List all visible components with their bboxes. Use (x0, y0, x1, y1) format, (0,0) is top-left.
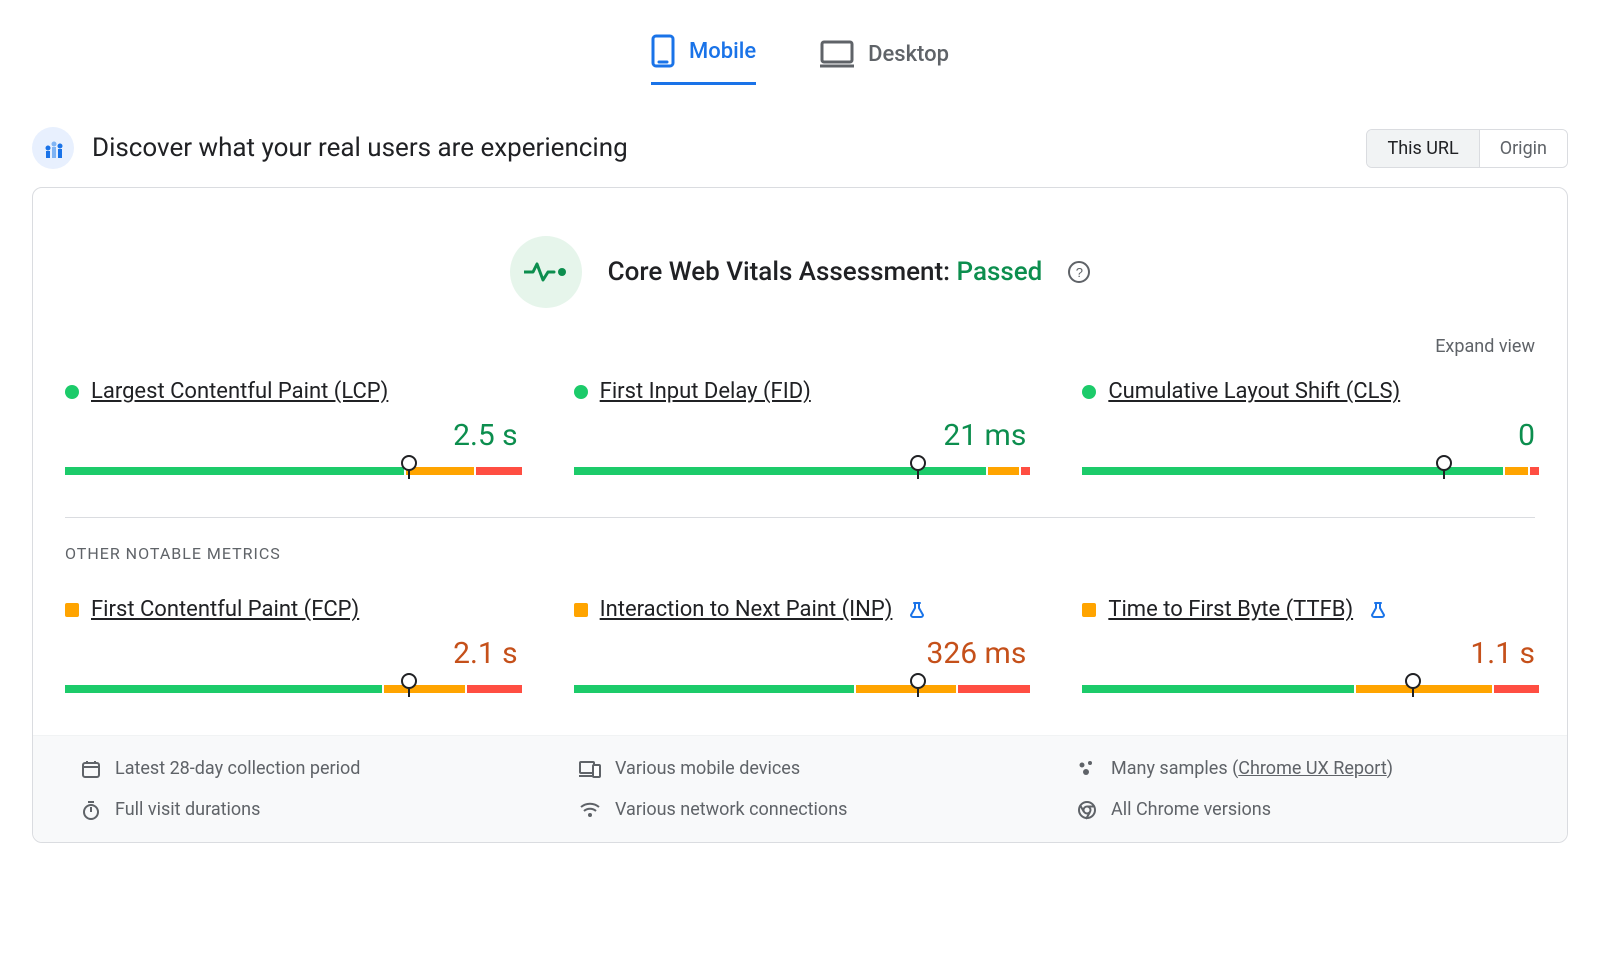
status-dot-icon (65, 385, 79, 399)
metric-ttfb-value: 1.1 s (1082, 636, 1535, 671)
mobile-icon (651, 34, 675, 68)
marker-icon (401, 455, 417, 471)
status-square-icon (1082, 603, 1096, 617)
metric-fid-value: 21 ms (574, 418, 1027, 453)
crux-report-link[interactable]: Chrome UX Report (1238, 758, 1386, 779)
metric-fid-bar (574, 451, 1027, 479)
info-devices: Various mobile devices (579, 758, 1021, 779)
tab-mobile-label: Mobile (689, 39, 756, 64)
device-tabs: Mobile Desktop (0, 0, 1600, 109)
metric-fcp: First Contentful Paint (FCP) 2.1 s (65, 597, 518, 697)
tab-mobile[interactable]: Mobile (651, 34, 756, 85)
metric-lcp-name[interactable]: Largest Contentful Paint (LCP) (91, 379, 388, 404)
marker-icon (910, 455, 926, 471)
metric-fcp-value: 2.1 s (65, 636, 518, 671)
page-title: Discover what your real users are experi… (92, 133, 628, 163)
metric-lcp-bar (65, 451, 518, 479)
header-row: Discover what your real users are experi… (32, 127, 1568, 169)
metric-inp-bar (574, 669, 1027, 697)
info-footer: Latest 28-day collection period Various … (33, 735, 1567, 842)
metric-fid: First Input Delay (FID) 21 ms (574, 379, 1027, 479)
help-icon[interactable]: ? (1068, 261, 1090, 283)
expand-view-button[interactable]: Expand view (65, 336, 1535, 357)
divider (65, 517, 1535, 518)
scope-toggle: This URL Origin (1366, 129, 1568, 168)
cwv-assessment-prefix: Core Web Vitals Assessment: (608, 257, 957, 287)
cwv-assessment-text: Core Web Vitals Assessment: Passed (608, 257, 1043, 287)
status-square-icon (65, 603, 79, 617)
metric-lcp: Largest Contentful Paint (LCP) 2.5 s (65, 379, 518, 479)
metric-inp-value: 326 ms (574, 636, 1027, 671)
marker-icon (1436, 455, 1452, 471)
scatter-icon (1077, 759, 1097, 779)
scope-this-url[interactable]: This URL (1367, 130, 1478, 167)
status-square-icon (574, 603, 588, 617)
calendar-icon (81, 759, 101, 779)
cwv-assessment-result: Passed (957, 257, 1043, 287)
chrome-icon (1077, 800, 1097, 820)
field-data-card: Core Web Vitals Assessment: Passed ? Exp… (32, 187, 1568, 843)
info-period: Latest 28-day collection period (81, 758, 523, 779)
metric-cls-value: 0 (1082, 418, 1535, 453)
metric-fid-name[interactable]: First Input Delay (FID) (600, 379, 811, 404)
metric-ttfb-bar (1082, 669, 1535, 697)
metric-ttfb-name[interactable]: Time to First Byte (TTFB) (1108, 597, 1353, 622)
metric-fcp-name[interactable]: First Contentful Paint (FCP) (91, 597, 359, 622)
devices-icon (579, 760, 601, 778)
tab-desktop[interactable]: Desktop (820, 40, 949, 85)
primary-metrics: Largest Contentful Paint (LCP) 2.5 s Fir… (65, 379, 1535, 517)
info-versions: All Chrome versions (1077, 799, 1519, 820)
status-dot-icon (574, 385, 588, 399)
metric-lcp-value: 2.5 s (65, 418, 518, 453)
info-durations: Full visit durations (81, 799, 523, 820)
metric-cls: Cumulative Layout Shift (CLS) 0 (1082, 379, 1535, 479)
wifi-icon (579, 801, 601, 819)
info-network: Various network connections (579, 799, 1021, 820)
metric-inp: Interaction to Next Paint (INP) 326 ms (574, 597, 1027, 697)
pulse-icon (510, 236, 582, 308)
status-dot-icon (1082, 385, 1096, 399)
secondary-metrics: First Contentful Paint (FCP) 2.1 s Inter… (65, 597, 1535, 735)
flask-icon[interactable] (908, 601, 926, 619)
cwv-assessment: Core Web Vitals Assessment: Passed ? (65, 236, 1535, 308)
marker-icon (1405, 673, 1421, 689)
metric-cls-name[interactable]: Cumulative Layout Shift (CLS) (1108, 379, 1400, 404)
marker-icon (401, 673, 417, 689)
scope-origin[interactable]: Origin (1479, 130, 1567, 167)
metric-fcp-bar (65, 669, 518, 697)
marker-icon (910, 673, 926, 689)
desktop-icon (820, 40, 854, 68)
field-data-icon (32, 127, 74, 169)
metric-inp-name[interactable]: Interaction to Next Paint (INP) (600, 597, 893, 622)
flask-icon[interactable] (1369, 601, 1387, 619)
metric-cls-bar (1082, 451, 1535, 479)
metric-ttfb: Time to First Byte (TTFB) 1.1 s (1082, 597, 1535, 697)
tab-desktop-label: Desktop (868, 42, 949, 67)
info-samples: Many samples (Chrome UX Report) (1077, 758, 1519, 779)
section-other-heading: OTHER NOTABLE METRICS (65, 544, 1535, 563)
stopwatch-icon (81, 800, 101, 820)
